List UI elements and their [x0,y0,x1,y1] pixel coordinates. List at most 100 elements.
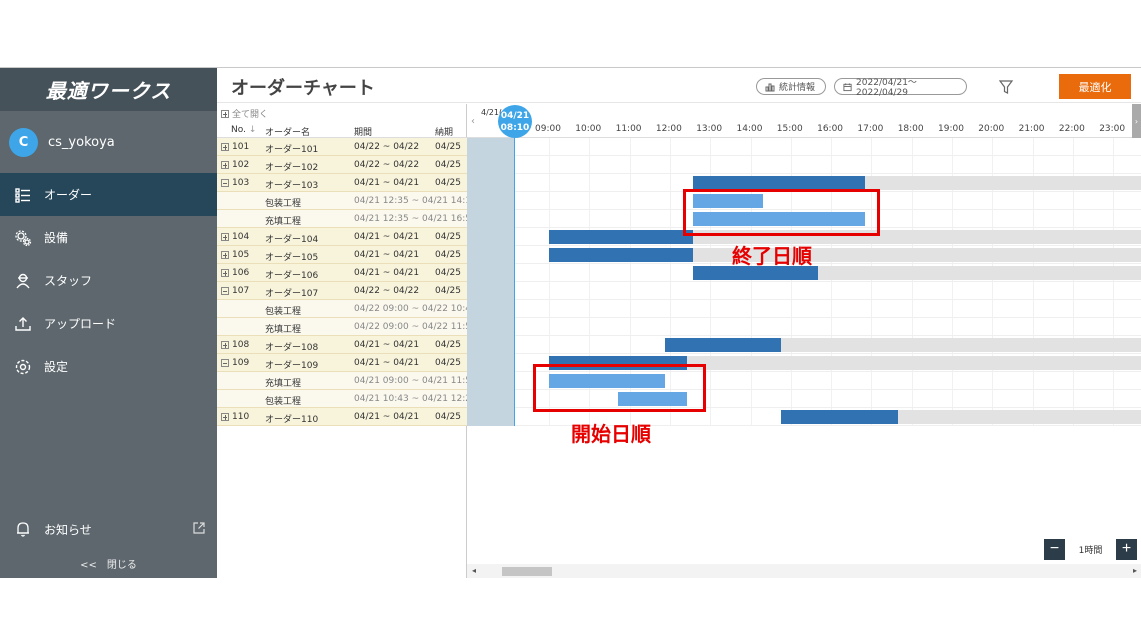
table-row[interactable]: 105 オーダー105 04/21 ~ 04/21 04/25 [217,246,467,264]
cell-period: 04/21 ~ 04/21 [354,340,420,350]
date-range-button[interactable]: 2022/04/21〜2022/04/29 [834,78,967,98]
sidebar-item-equipment[interactable]: 設備 [0,216,217,259]
scrollbar-right-arrow[interactable]: ▸ [1133,566,1137,575]
avatar: C [9,127,38,157]
user-profile[interactable]: C cs_yokoya [0,111,217,173]
table-row[interactable]: 101 オーダー101 04/22 ~ 04/22 04/25 [217,138,467,156]
process-row[interactable]: 包装工程 04/21 10:43 ~ 04/21 12:26 [217,390,477,408]
sidebar: 最適ワークス C cs_yokoya オーダー 設備 スタッフ アップロード 設… [0,68,217,578]
table-row[interactable]: 108 オーダー108 04/21 ~ 04/21 04/25 [217,336,467,354]
calendar-icon [843,82,852,91]
cell-name: 包装工程 [265,307,302,317]
close-sidebar-button[interactable]: << 閉じる [0,556,217,571]
slack-bar [897,410,1141,424]
process-row[interactable]: 充填工程 04/21 12:35 ~ 04/21 16:51 [217,210,477,228]
column-no[interactable]: No. ↓ [231,125,256,135]
slack-bar [687,356,1141,370]
column-due[interactable]: 納期 [435,125,453,138]
expand-icon[interactable] [221,269,229,277]
app-logo[interactable]: 最適ワークス [0,68,217,111]
scroll-right-button[interactable]: › [1132,104,1141,138]
hour-label: 18:00 [897,124,924,134]
expand-icon[interactable] [221,161,229,169]
cell-name: 充填工程 [265,217,302,227]
scrollbar-thumb[interactable] [502,567,552,576]
sidebar-item-staff[interactable]: スタッフ [0,259,217,302]
cell-due: 04/25 [435,340,461,350]
start-order-highlight-box [533,364,706,412]
collapse-icon[interactable] [221,179,229,187]
filter-icon[interactable] [998,79,1014,95]
sidebar-item-settings[interactable]: 設定 [0,345,217,388]
hour-label: 12:00 [655,124,682,134]
table-row[interactable]: 103 オーダー103 04/21 ~ 04/21 04/25 [217,174,467,192]
expand-icon[interactable] [221,341,229,349]
sidebar-item-orders[interactable]: オーダー [0,173,217,216]
hour-label: 19:00 [938,124,964,134]
bar-chart-icon [765,83,775,91]
sidebar-item-notifications[interactable]: お知らせ [0,514,217,544]
process-row[interactable]: 包装工程 04/21 12:35 ~ 04/21 14:18 [217,192,477,210]
zoom-in-button[interactable]: + [1116,538,1137,560]
process-row[interactable]: 充填工程 04/21 09:00 ~ 04/21 11:53 [217,372,477,390]
scrollbar-left-arrow[interactable]: ◂ [472,566,476,575]
slack-bar [781,338,1141,352]
order-bar[interactable] [549,230,694,244]
order-bar[interactable] [665,338,782,352]
cell-no: 107 [232,286,250,296]
cell-period: 04/21 ~ 04/21 [354,232,420,242]
gantt-row [514,138,1141,156]
process-row[interactable]: 包装工程 04/22 09:00 ~ 04/22 10:43 [217,300,477,318]
column-period[interactable]: 期間 [354,125,372,138]
cell-name: 包装工程 [265,397,302,407]
sidebar-item-upload[interactable]: アップロード [0,302,217,345]
external-link-icon[interactable] [191,520,207,536]
cell-period: 04/21 12:35 ~ 04/21 14:18 [354,196,477,206]
gantt-row [514,300,1141,318]
stats-button[interactable]: 統計情報 [756,78,826,95]
table-row[interactable]: 109 オーダー109 04/21 ~ 04/21 04/25 [217,354,467,372]
hour-label: 16:00 [817,124,844,134]
collapse-icon[interactable] [221,287,229,295]
hour-label: 10:00 [575,124,602,134]
cell-period: 04/22 09:00 ~ 04/22 10:43 [354,304,477,314]
order-bar[interactable] [781,410,898,424]
cell-no: 102 [232,160,250,170]
collapse-icon[interactable] [221,359,229,367]
horizontal-scrollbar[interactable]: ◂ ▸ [467,564,1141,578]
order-bar[interactable] [693,176,866,190]
app-window: 最適ワークス C cs_yokoya オーダー 設備 スタッフ アップロード 設… [0,67,1141,578]
cell-period: 04/21 ~ 04/21 [354,268,420,278]
cell-name: 包装工程 [265,199,302,209]
cell-no: 108 [232,340,250,350]
process-row[interactable]: 充填工程 04/22 09:00 ~ 04/22 11:53 [217,318,477,336]
expand-icon [221,109,229,118]
sort-arrow-icon: ↓ [248,125,257,135]
scroll-left-button[interactable]: ‹ [467,104,479,138]
cell-no: 110 [232,412,250,422]
cell-name: 充填工程 [265,379,302,389]
zoom-out-button[interactable]: − [1044,538,1065,560]
table-row[interactable]: 102 オーダー102 04/22 ~ 04/22 04/25 [217,156,467,174]
cell-period: 04/21 09:00 ~ 04/21 11:53 [354,376,477,386]
expand-icon[interactable] [221,233,229,241]
order-bar[interactable] [549,248,694,262]
cell-name: 充填工程 [265,325,302,335]
table-row[interactable]: 104 オーダー104 04/21 ~ 04/21 04/25 [217,228,467,246]
hour-label: 17:00 [857,124,884,134]
column-name[interactable]: オーダー名 [265,125,310,138]
expand-all-button[interactable]: 全て開く [221,107,268,120]
expand-icon[interactable] [221,413,229,421]
expand-icon[interactable] [221,143,229,151]
table-row[interactable]: 106 オーダー106 04/21 ~ 04/21 04/25 [217,264,467,282]
table-row[interactable]: 107 オーダー107 04/22 ~ 04/22 04/25 [217,282,467,300]
gantt-chart: ‹ 4/21( 09:00 10:00 11:00 12:00 13:00 14:00 15… [467,104,1141,578]
expand-icon[interactable] [221,251,229,259]
cell-name: オーダー103 [265,181,319,191]
cell-period: 04/21 ~ 04/21 [354,412,420,422]
cell-due: 04/25 [435,142,461,152]
table-row[interactable]: 110 オーダー110 04/21 ~ 04/21 04/25 [217,408,467,426]
cell-name: オーダー107 [265,289,319,299]
optimize-button[interactable]: 最適化 [1059,74,1131,99]
hour-label: 23:00 [1099,124,1126,134]
